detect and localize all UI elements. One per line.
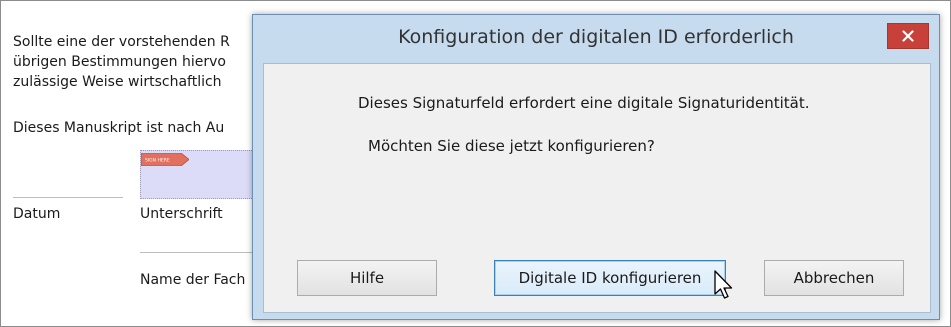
document-text-line: Sollte eine der vorstehenden R: [13, 34, 230, 50]
unterschrift-label: Unterschrift: [140, 206, 223, 222]
configure-digital-id-button[interactable]: Digitale ID konfigurieren: [494, 260, 726, 296]
datum-rule: [13, 197, 123, 198]
dialog-titlebar[interactable]: Konfiguration der digitalen ID erforderl…: [253, 15, 939, 63]
name-rule: [140, 252, 255, 253]
sign-here-arrow-icon: SIGN HERE: [141, 153, 189, 166]
close-button[interactable]: [887, 23, 929, 49]
document-text-line: übrigen Bestimmungen hiervo: [13, 54, 226, 70]
sign-here-label: SIGN HERE: [145, 158, 170, 164]
close-icon: [902, 30, 914, 42]
dialog-body: Dieses Signaturfeld erfordert eine digit…: [263, 63, 931, 313]
help-button[interactable]: Hilfe: [297, 260, 437, 296]
document-text-line: Dieses Manuskript ist nach Au: [13, 120, 225, 136]
config-digital-id-dialog: Konfiguration der digitalen ID erforderl…: [252, 14, 940, 320]
name-label: Name der Fach: [140, 272, 246, 288]
dialog-message-line1: Dieses Signaturfeld erfordert eine digit…: [358, 94, 810, 112]
dialog-title: Konfiguration der digitalen ID erforderl…: [398, 26, 794, 48]
dialog-message-line2: Möchten Sie diese jetzt konfigurieren?: [368, 137, 655, 155]
cancel-button[interactable]: Abbrechen: [764, 260, 904, 296]
document-text-line: zulässige Weise wirtschaftlich: [13, 74, 222, 90]
mouse-pointer-icon: [714, 270, 733, 299]
signature-field[interactable]: SIGN HERE: [140, 150, 262, 199]
datum-label: Datum: [13, 206, 61, 222]
